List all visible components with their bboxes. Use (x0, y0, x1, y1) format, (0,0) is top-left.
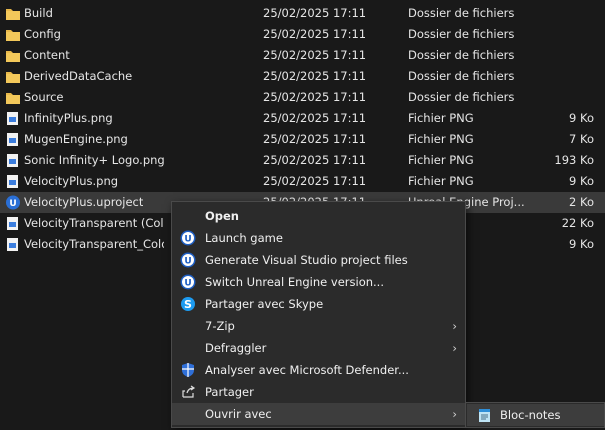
svg-text:S: S (184, 298, 192, 311)
file-name: VelocityPlus.png (24, 174, 119, 188)
file-size: 7 Ko (569, 132, 594, 146)
file-date: 25/02/2025 17:11 (263, 69, 367, 83)
notepad-icon (476, 407, 492, 423)
menu-item-skype[interactable]: S Partager avec Skype (172, 293, 465, 315)
file-date: 25/02/2025 17:11 (263, 27, 367, 41)
open-with-submenu: Bloc-notes (465, 402, 605, 428)
file-date: 25/02/2025 17:11 (263, 90, 367, 104)
submenu-item-label: Bloc-notes (500, 408, 561, 422)
menu-item-generate-vs-files[interactable]: U Generate Visual Studio project files (172, 249, 465, 271)
menu-item-defender-scan[interactable]: Analyser avec Microsoft Defender... (172, 359, 465, 381)
menu-item-label: Analyser avec Microsoft Defender... (205, 363, 409, 377)
file-type: Dossier de fichiers (408, 48, 515, 62)
file-row-velocityplus-png[interactable]: VelocityPlus.png 25/02/2025 17:11 Fichie… (0, 171, 605, 192)
menu-item-label: Partager avec Skype (205, 297, 324, 311)
file-name: MugenEngine.png (24, 132, 128, 146)
svg-text:U: U (184, 279, 191, 289)
unreal-project-icon: U (5, 195, 21, 210)
image-file-icon (5, 237, 21, 252)
menu-item-open-with[interactable]: Ouvrir avec › (172, 403, 465, 425)
image-file-icon (5, 132, 21, 147)
file-size: 9 Ko (569, 174, 594, 188)
image-file-icon (5, 111, 21, 126)
file-row-infinityplus-png[interactable]: InfinityPlus.png 25/02/2025 17:11 Fichie… (0, 108, 605, 129)
file-type: Dossier de fichiers (408, 69, 515, 83)
file-name: Source (24, 90, 64, 104)
menu-item-defraggler[interactable]: Defraggler › (172, 337, 465, 359)
menu-item-label: 7-Zip (205, 319, 235, 333)
menu-item-open[interactable]: Open (172, 205, 465, 227)
file-type: Fichier PNG (408, 111, 474, 125)
menu-item-label: Switch Unreal Engine version... (205, 275, 384, 289)
file-row-content[interactable]: Content 25/02/2025 17:11 Dossier de fich… (0, 45, 605, 66)
file-name: VelocityPlus.uproject (24, 195, 144, 209)
file-name: Config (24, 27, 61, 41)
file-date: 25/02/2025 17:11 (263, 48, 367, 62)
file-name: Build (24, 6, 53, 20)
file-type: Fichier PNG (408, 153, 474, 167)
file-size: 9 Ko (569, 237, 594, 251)
file-row-mugenengine-png[interactable]: MugenEngine.png 25/02/2025 17:11 Fichier… (0, 129, 605, 150)
svg-text:U: U (184, 257, 191, 267)
file-type: Fichier PNG (408, 174, 474, 188)
file-date: 25/02/2025 17:11 (263, 6, 367, 20)
submenu-item-notepad[interactable]: Bloc-notes (467, 404, 604, 426)
menu-item-label: Launch game (205, 231, 283, 245)
defender-shield-icon (180, 362, 196, 378)
image-file-icon (5, 153, 21, 168)
folder-icon (5, 69, 21, 84)
file-row-build[interactable]: Build 25/02/2025 17:11 Dossier de fichie… (0, 3, 605, 24)
file-date: 25/02/2025 17:11 (263, 111, 367, 125)
menu-item-share[interactable]: Partager (172, 381, 465, 403)
folder-icon (5, 90, 21, 105)
file-row-deriveddatacache[interactable]: DerivedDataCache 25/02/2025 17:11 Dossie… (0, 66, 605, 87)
context-menu: Open U Launch game U Generate Visual Stu… (171, 201, 466, 428)
file-name: Content (24, 48, 70, 62)
unreal-icon: U (180, 230, 196, 246)
file-size: 193 Ko (554, 153, 594, 167)
file-name: InfinityPlus.png (24, 111, 113, 125)
file-size: 9 Ko (569, 111, 594, 125)
menu-item-label: Partager (205, 385, 254, 399)
file-name: DerivedDataCache (24, 69, 133, 83)
unreal-icon: U (180, 252, 196, 268)
folder-icon (5, 48, 21, 63)
chevron-right-icon: › (452, 341, 457, 355)
chevron-right-icon: › (452, 407, 457, 421)
image-file-icon (5, 174, 21, 189)
file-row-config[interactable]: Config 25/02/2025 17:11 Dossier de fichi… (0, 24, 605, 45)
file-row-sonic-logo-png[interactable]: Sonic Infinity+ Logo.png 25/02/2025 17:1… (0, 150, 605, 171)
file-type: Fichier PNG (408, 132, 474, 146)
file-row-source[interactable]: Source 25/02/2025 17:11 Dossier de fichi… (0, 87, 605, 108)
menu-item-launch-game[interactable]: U Launch game (172, 227, 465, 249)
image-file-icon (5, 216, 21, 231)
unreal-icon: U (180, 274, 196, 290)
folder-icon (5, 6, 21, 21)
share-icon (180, 384, 196, 400)
menu-item-7zip[interactable]: 7-Zip › (172, 315, 465, 337)
file-type: Dossier de fichiers (408, 90, 515, 104)
file-name: VelocityTransparent (ColorVa (24, 216, 164, 230)
file-date: 25/02/2025 17:11 (263, 174, 367, 188)
chevron-right-icon: › (452, 319, 457, 333)
file-date: 25/02/2025 17:11 (263, 132, 367, 146)
svg-text:U: U (184, 235, 191, 245)
menu-item-label: Defraggler (205, 341, 267, 355)
menu-item-label: Generate Visual Studio project files (205, 253, 408, 267)
folder-icon (5, 27, 21, 42)
file-size: 2 Ko (569, 195, 594, 209)
file-type: Dossier de fichiers (408, 6, 515, 20)
menu-item-label: Open (205, 209, 239, 223)
file-name: Sonic Infinity+ Logo.png (24, 153, 164, 167)
skype-icon: S (180, 296, 196, 312)
menu-item-switch-ue-version[interactable]: U Switch Unreal Engine version... (172, 271, 465, 293)
file-size: 22 Ko (561, 216, 594, 230)
menu-item-label: Ouvrir avec (205, 407, 272, 421)
file-date: 25/02/2025 17:11 (263, 153, 367, 167)
file-name: VelocityTransparent_ColorVa (24, 237, 164, 251)
file-type: Dossier de fichiers (408, 27, 515, 41)
svg-text:U: U (9, 199, 16, 209)
